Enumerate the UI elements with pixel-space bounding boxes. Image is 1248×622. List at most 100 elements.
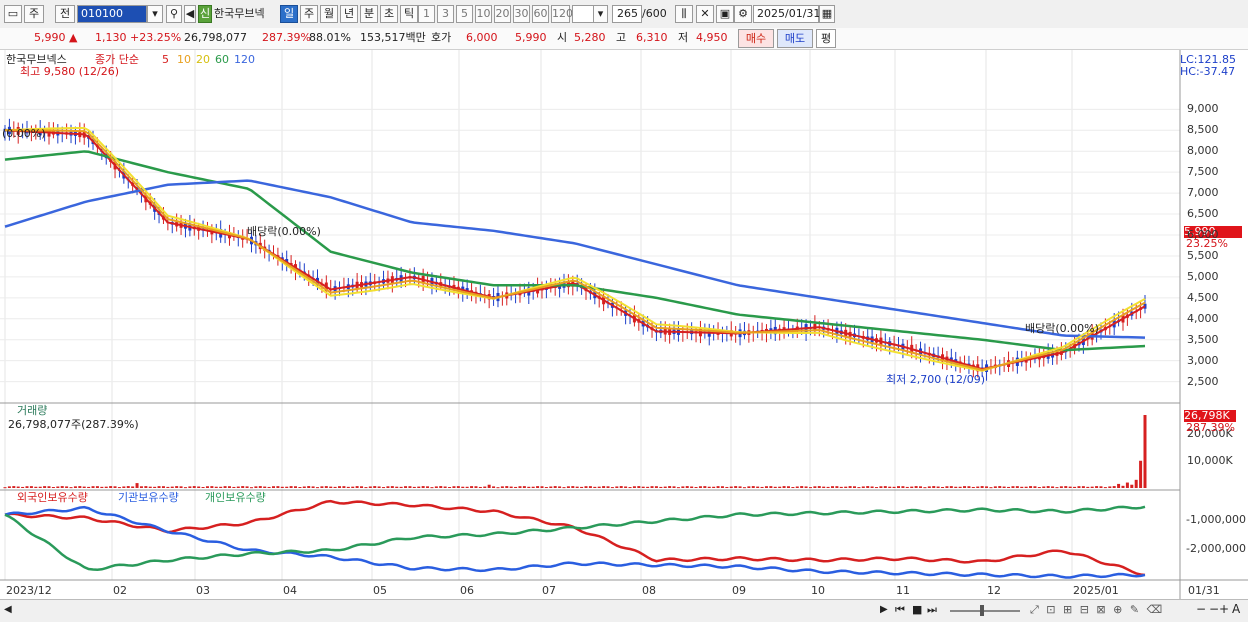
interval-20[interactable]: 20 [494, 5, 511, 23]
volume-bar [575, 486, 579, 488]
volume-bar [522, 486, 526, 488]
volume-bar [632, 486, 636, 488]
font-size-icon[interactable]: A [1232, 602, 1240, 616]
volume-bars [3, 415, 1147, 489]
volume-bar [483, 486, 487, 488]
date-input[interactable]: 2025/01/31 [753, 5, 820, 23]
interval-3[interactable]: 3 [437, 5, 454, 23]
legend-ma-20: 20 [196, 53, 210, 66]
volume-bar [298, 487, 302, 489]
period-monthly[interactable]: 월 [320, 5, 338, 23]
stop-icon[interactable]: ■ [912, 603, 922, 616]
volume-bar [588, 486, 592, 488]
volume-bar [1002, 486, 1006, 488]
stock-code-input[interactable]: 010100 [77, 5, 147, 23]
first-icon[interactable]: ⏮ [895, 603, 905, 617]
open-price: 5,280 [574, 31, 606, 44]
last-icon[interactable]: ⏭ [927, 603, 937, 617]
interval-1[interactable]: 1 [418, 5, 435, 23]
save-icon[interactable]: ▣ [716, 5, 734, 23]
gear-icon[interactable]: ⚙ [734, 5, 752, 23]
volume-bar [12, 486, 16, 488]
interval-5[interactable]: 5 [456, 5, 473, 23]
zoom-out-icon[interactable]: − [1196, 602, 1206, 616]
count-input[interactable]: 265 [612, 5, 642, 23]
volume-bar [747, 486, 751, 488]
volume-bar [804, 486, 808, 488]
volume-bar [694, 486, 698, 488]
period-minute[interactable]: 분 [360, 5, 378, 23]
volume-bar [73, 486, 77, 488]
volume-bar [725, 486, 729, 488]
crosshair-icon[interactable]: ✕ [696, 5, 714, 23]
volume-bar [21, 486, 25, 488]
scroll-left-icon[interactable]: ◀ [4, 604, 12, 615]
volume-bar [637, 486, 641, 488]
volume-bar [69, 487, 73, 489]
minus-icon[interactable]: − [1209, 602, 1219, 616]
volume-bar [654, 486, 658, 488]
volume-bar [963, 486, 967, 488]
volume-bar [236, 486, 240, 488]
volume-bar [382, 487, 386, 489]
volume-bar [848, 486, 852, 488]
volume-bar [580, 486, 584, 488]
candle-icon[interactable]: ⫼ [675, 5, 693, 23]
x-axis-label: 11 [896, 584, 910, 597]
zoom-in-icon[interactable]: + [1219, 602, 1229, 616]
volume-bar [901, 486, 905, 488]
interval-10[interactable]: 10 [475, 5, 492, 23]
volume-bar [624, 486, 628, 488]
buy-button[interactable]: 매수 [738, 29, 774, 48]
avg-button[interactable]: 평 [816, 29, 836, 48]
volume-bar [25, 486, 29, 488]
chevron-down-icon[interactable]: ▾ [593, 5, 608, 23]
volume-bar [1073, 486, 1077, 488]
price-y-tick: 2,500 [1187, 374, 1219, 388]
period-tick[interactable]: 틱 [400, 5, 418, 23]
volume-bar [1046, 486, 1050, 488]
volume-bar [408, 486, 412, 488]
volume-bar [826, 486, 830, 488]
tab-weekly[interactable]: 주 [24, 5, 44, 23]
tab-prev[interactable]: 전 [55, 5, 75, 23]
interval-30[interactable]: 30 [513, 5, 530, 23]
volume-bar [553, 486, 557, 488]
chevron-down-icon[interactable]: ▾ [147, 5, 163, 23]
sell-button[interactable]: 매도 [777, 29, 813, 48]
window-icon[interactable]: ▭ [4, 5, 22, 23]
scroll-right-icon[interactable]: ▶ [880, 604, 888, 615]
period-daily[interactable]: 일 [280, 5, 298, 23]
volume-bar [1108, 486, 1112, 488]
zoom-slider-handle[interactable] [980, 605, 984, 616]
zoom-slider[interactable] [950, 610, 1020, 612]
x-axis-label: 05 [373, 584, 387, 597]
speaker-icon[interactable]: ◀ [184, 5, 196, 23]
bottom-scrollbar[interactable]: ◀ ▶ ⏮ ■ ⏭ ⤢ ⊡ ⊞ ⊟ ⊠ ⊕ ✎ ⌫ − − + A [0, 599, 1248, 622]
volume-bar [716, 486, 720, 488]
volume-bar [7, 486, 11, 488]
interval-120[interactable]: 120 [551, 5, 573, 23]
volume-bar [166, 486, 170, 488]
volume-bar [144, 486, 148, 488]
volume-bar [311, 486, 315, 488]
period-yearly[interactable]: 년 [340, 5, 358, 23]
volume-bar [641, 486, 645, 488]
volume-bar [1007, 486, 1011, 488]
volume-title: 거래량 [17, 404, 48, 417]
volume-bar [65, 486, 69, 488]
tool-icons[interactable]: ⤢ ⊡ ⊞ ⊟ ⊠ ⊕ ✎ ⌫ [1030, 603, 1164, 617]
volume-bar [386, 486, 390, 488]
volume-bar [1055, 487, 1059, 489]
volume-bar [1051, 486, 1055, 488]
search-icon[interactable]: ⚲ [166, 5, 182, 23]
price-change: 1,130 [95, 31, 127, 44]
volume-bar [197, 486, 201, 488]
volume-bar [478, 486, 482, 488]
interval-60[interactable]: 60 [532, 5, 549, 23]
period-weekly[interactable]: 주 [300, 5, 318, 23]
volume-bar [536, 486, 540, 488]
calendar-icon[interactable]: ▦ [819, 5, 835, 23]
volume-bar [1024, 486, 1028, 488]
period-second[interactable]: 초 [380, 5, 398, 23]
